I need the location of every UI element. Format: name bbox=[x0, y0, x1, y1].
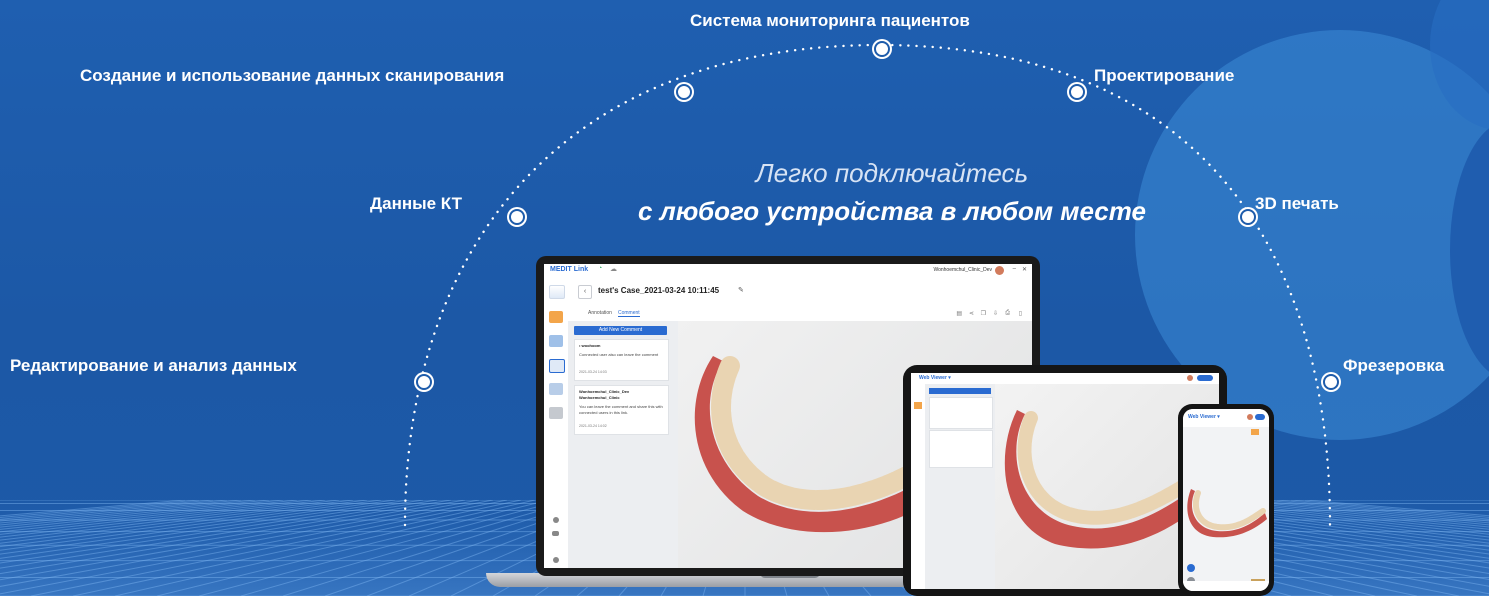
phone-app-title: Web Viewer ▾ bbox=[1188, 414, 1220, 420]
feature-label-design: Проектирование bbox=[1094, 66, 1235, 85]
copy-icon[interactable]: ❐ bbox=[981, 310, 986, 317]
add-comment-button[interactable]: Add New Comment bbox=[574, 326, 667, 335]
feature-label-scan-data: Создание и использование данных сканиров… bbox=[80, 66, 505, 85]
tablet-toggle[interactable] bbox=[1197, 375, 1213, 381]
feature-label-editing: Редактирование и анализ данных bbox=[10, 356, 297, 375]
comment-text: Connected user also can leave the commen… bbox=[579, 352, 659, 357]
tablet-screen: Web Viewer ▾ bbox=[911, 373, 1219, 589]
banner: Система мониторинга пациентов Создание и… bbox=[0, 0, 1489, 596]
phone: Web Viewer ▾ bbox=[1178, 404, 1274, 596]
tablet-comment-card bbox=[929, 430, 993, 468]
download-icon[interactable]: ⇩ bbox=[993, 310, 998, 317]
tab-comment[interactable]: Comment bbox=[618, 310, 640, 317]
close-icon[interactable]: ✕ bbox=[1022, 266, 1027, 273]
headline-line-2: с любого устройства в любом месте bbox=[637, 196, 1146, 226]
share-icon[interactable]: ⋖ bbox=[969, 310, 974, 317]
print-icon[interactable]: ⎙ bbox=[1005, 310, 1010, 317]
feature-dot-design bbox=[1069, 84, 1085, 100]
avatar[interactable] bbox=[995, 266, 1004, 275]
wifi-icon: ◔ bbox=[598, 265, 603, 272]
comments-panel: Add New Comment • woohoom Connected user… bbox=[568, 321, 678, 568]
comment-author: • woohoom bbox=[579, 343, 601, 348]
phone-screen: Web Viewer ▾ bbox=[1183, 409, 1269, 591]
feature-dot-editing bbox=[416, 374, 432, 390]
feature-label-milling: Фрезеровка bbox=[1343, 356, 1445, 375]
app-logo: MEDIT Link bbox=[550, 266, 589, 273]
feature-dot-monitoring bbox=[874, 41, 890, 57]
comment-card: • woohoom Connected user also can leave … bbox=[574, 339, 669, 381]
case-title: test's Case_2021-03-24 10:11:45 bbox=[598, 286, 720, 295]
tablet-comment-card bbox=[929, 397, 993, 429]
left-rail bbox=[544, 277, 569, 568]
comment-author: Wonhoemchul_Clinic_Dev Wonhoemchul_Clini… bbox=[579, 389, 630, 400]
tablet-comments-panel bbox=[925, 384, 995, 589]
tab-annotation[interactable]: Annotation bbox=[588, 310, 612, 316]
back-button[interactable]: ‹ bbox=[578, 285, 592, 299]
headline-line-1: Легко подключайтесь bbox=[755, 158, 1029, 188]
feature-dot-ct bbox=[509, 209, 525, 225]
trash-icon[interactable] bbox=[549, 407, 563, 419]
comment-date: 2021-03-24 14:03 bbox=[579, 370, 607, 374]
tablet-left-rail bbox=[911, 384, 926, 589]
settings-icon[interactable] bbox=[553, 517, 559, 523]
phone-nav-bar bbox=[1183, 581, 1269, 591]
tablet-avatar[interactable] bbox=[1187, 375, 1193, 381]
edit-icon[interactable]: ✎ bbox=[738, 286, 744, 294]
phone-avatar[interactable] bbox=[1247, 414, 1253, 420]
comment-text: You can leave the comment and share this… bbox=[579, 404, 663, 415]
app-title-bar: MEDIT Link ◔ ☁ Wonhoemchul_Clinic_Dev – … bbox=[544, 264, 1032, 278]
feature-label-ct: Данные КТ bbox=[370, 194, 462, 213]
user-name: Wonhoemchul_Clinic_Dev bbox=[933, 267, 992, 273]
phone-action-button[interactable] bbox=[1187, 564, 1195, 572]
lab-box-icon[interactable] bbox=[549, 383, 563, 395]
tablet-app-title: Web Viewer ▾ bbox=[919, 375, 951, 381]
feature-dot-scan-data bbox=[676, 84, 692, 100]
clipboard-icon[interactable]: ▤ bbox=[956, 310, 962, 317]
phone-toggle[interactable] bbox=[1255, 414, 1265, 420]
order-case-icon[interactable] bbox=[549, 335, 563, 347]
phone-dental-arch-model[interactable] bbox=[1183, 479, 1269, 539]
minimize-icon[interactable]: – bbox=[1013, 266, 1016, 272]
tablet-case-icon[interactable] bbox=[914, 402, 922, 409]
tablet-add-comment-button[interactable] bbox=[929, 388, 991, 394]
dashboard-icon[interactable] bbox=[549, 285, 565, 299]
video-icon[interactable] bbox=[552, 531, 559, 536]
feature-label-monitoring: Система мониторинга пациентов bbox=[690, 11, 970, 30]
help-icon[interactable] bbox=[553, 557, 559, 563]
case-box-icon[interactable] bbox=[549, 311, 563, 323]
delete-icon[interactable]: ▯ bbox=[1019, 310, 1022, 317]
feature-dot-milling bbox=[1323, 374, 1339, 390]
comment-date: 2021-03-24 14:02 bbox=[579, 424, 607, 428]
feature-dot-3d-print bbox=[1240, 209, 1256, 225]
case-header: ‹ test's Case_2021-03-24 10:11:45 ✎ bbox=[568, 277, 1032, 308]
case-talk-icon[interactable] bbox=[549, 359, 565, 373]
feature-label-3d-print: 3D печать bbox=[1255, 194, 1339, 213]
cloud-icon: ☁ bbox=[610, 266, 617, 273]
phone-case-icon[interactable] bbox=[1251, 429, 1259, 435]
phone-top-bar: Web Viewer ▾ bbox=[1183, 409, 1269, 427]
tab-bar: Annotation Comment ▤ ⋖ ❐ ⇩ ⎙ ▯ bbox=[568, 307, 1032, 322]
comment-card: Wonhoemchul_Clinic_Dev Wonhoemchul_Clini… bbox=[574, 385, 669, 435]
